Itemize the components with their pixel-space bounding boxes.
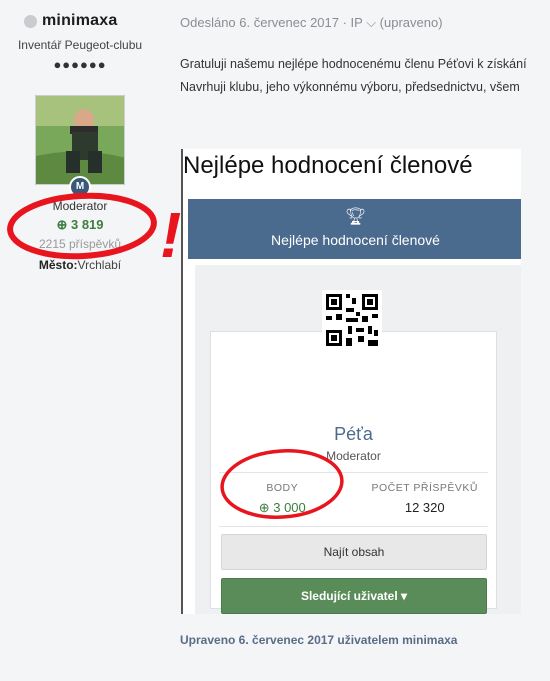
body-value-row: ⊕ 3 000	[211, 500, 354, 516]
author-name-row[interactable]: minimaxa	[24, 12, 117, 30]
body-label: BODY	[266, 482, 299, 494]
follow-user-button[interactable]: Sledující uživatel ▾	[221, 578, 487, 614]
find-content-button[interactable]: Najít obsah	[221, 534, 487, 570]
city-value: Vrchlabí	[77, 258, 122, 272]
body-stat: BODY ⊕ 3 000	[211, 482, 354, 516]
reputation-badge[interactable]: ⊕ 3 819	[0, 217, 160, 233]
city-label: Město:	[38, 258, 78, 272]
author-title: Inventář Peugeot-clubu	[17, 38, 143, 52]
widget-header: 🏆︎ Nejlépe hodnocení členové	[188, 199, 521, 259]
posts-label: POČET PŘÍSPĚVKŮ	[371, 482, 478, 494]
qr-code-icon	[322, 290, 382, 350]
author-post-count: 2215 příspěvků	[38, 237, 122, 251]
reputation-value: 3 819	[70, 217, 104, 232]
offline-status-icon	[24, 14, 37, 28]
member-role: Moderator	[326, 449, 381, 463]
post-meta[interactable]: Odesláno 6. červenec 2017 · IP ⌵ (uprave…	[180, 15, 443, 31]
trophy-icon: 🏆︎	[344, 207, 367, 226]
divider	[219, 526, 488, 527]
rank-pips: ●●●●●●	[53, 57, 107, 72]
post-text-line-2: Navrhuji klubu, jeho výkonnému výboru, p…	[180, 80, 520, 94]
annotation-exclamation: !	[160, 199, 181, 271]
divider	[219, 472, 488, 473]
author-panel: minimaxa Inventář Peugeot-clubu ●●●●●● M…	[0, 0, 160, 681]
avatar[interactable]	[35, 95, 125, 185]
posts-value: 12 320	[404, 500, 445, 515]
embedded-heading: Nejlépe hodnocení členové	[183, 152, 473, 179]
moderator-shield-icon: M	[69, 176, 91, 198]
plus-circle-icon: ⊕	[56, 217, 68, 232]
body-value: 3 000	[273, 500, 306, 515]
edited-note: Upraveno 6. červenec 2017 uživatelem min…	[180, 633, 458, 647]
embedded-screenshot: Nejlépe hodnocení členové 🏆︎ Nejlépe hod…	[181, 149, 521, 614]
widget-body: Péťa Moderator BODY ⊕ 3 000 POČET PŘÍSPĚ…	[195, 265, 521, 614]
author-name[interactable]: minimaxa	[42, 12, 117, 30]
member-name[interactable]: Péťa	[211, 424, 496, 445]
widget-title: Nejlépe hodnocení členové	[271, 232, 440, 248]
post-text-line-1: Gratuluji našemu nejlépe hodnocenému čle…	[180, 57, 527, 71]
plus-circle-icon: ⊕	[258, 500, 274, 515]
member-card: Péťa Moderator BODY ⊕ 3 000 POČET PŘÍSPĚ…	[210, 331, 497, 614]
author-city: Město:Vrchlabí	[0, 258, 160, 272]
author-group: Moderator	[52, 199, 108, 213]
posts-stat: POČET PŘÍSPĚVKŮ 12 320	[354, 482, 497, 515]
